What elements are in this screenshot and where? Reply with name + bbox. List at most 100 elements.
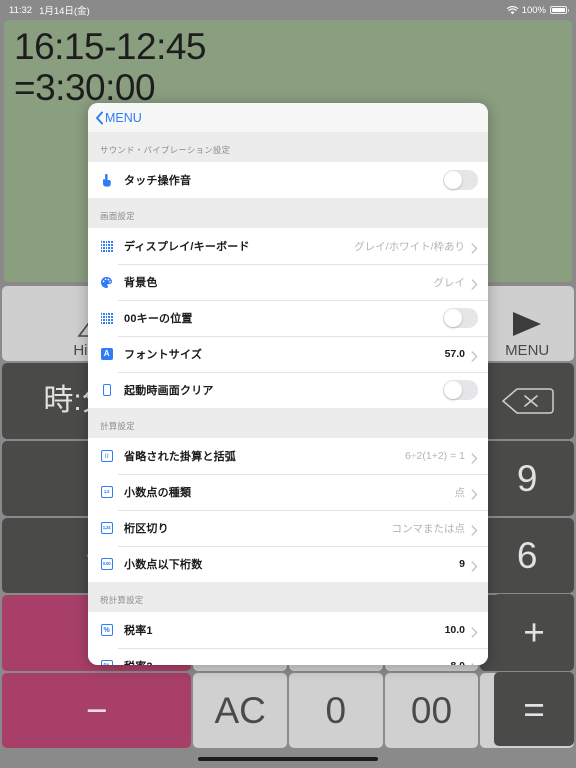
backspace-icon — [500, 386, 554, 416]
key-equals-label: = — [523, 688, 545, 730]
row-value: グレイ/ホワイト/枠あり — [354, 240, 465, 253]
row-value: 6÷2(1+2) = 1 — [404, 450, 465, 462]
key-menu[interactable]: MENU — [480, 286, 574, 362]
key-decimal[interactable]: 00 — [384, 672, 479, 748]
row-title: 桁区切り — [124, 523, 169, 535]
row-decimal-places[interactable]: 0.00 小数点以下桁数 9 — [88, 546, 488, 582]
chevron-right-icon — [471, 661, 478, 665]
row-title: 00キーの位置 — [124, 313, 193, 325]
key-all-clear-label: − — [85, 689, 108, 731]
chevron-right-icon — [471, 523, 478, 536]
row-implicit-multiplication[interactable]: ( ) 省略された掛算と括弧 6÷2(1+2) = 1 — [88, 438, 488, 474]
toggle-knob — [444, 309, 462, 327]
percent-icon: % — [100, 624, 113, 637]
home-indicator — [198, 757, 378, 761]
triangle-solid-icon — [508, 309, 546, 339]
section-header-calculation: 計算設定 — [88, 408, 488, 438]
font-size-icon: A — [100, 348, 113, 361]
row-title: 省略された掛算と括弧 — [124, 451, 236, 463]
row-value: 57.0 — [444, 348, 465, 360]
settings-list[interactable]: サウンド・バイブレーション設定 タッチ操作音 画面設定 ディスプレイ/キーボード… — [88, 132, 488, 665]
toggle-knob — [444, 381, 462, 399]
touch-sound-toggle[interactable] — [443, 170, 478, 190]
row-title: ディスプレイ/キーボード — [124, 241, 250, 253]
row-display-keyboard[interactable]: ディスプレイ/キーボード グレイ/ホワイト/枠あり — [88, 228, 488, 264]
row-title: 税率1 — [124, 625, 153, 637]
back-button-label: MENU — [105, 110, 142, 125]
row-value: 点 — [454, 486, 466, 499]
row-digit-grouping[interactable]: 1,34 桁区切り コンマまたは点 — [88, 510, 488, 546]
palette-icon — [100, 276, 113, 289]
row-value: コンマまたは点 — [391, 522, 466, 535]
chevron-left-icon — [95, 111, 104, 125]
key-backspace[interactable] — [480, 363, 574, 439]
row-00-key-position[interactable]: 00キーの位置 — [88, 300, 488, 336]
chevron-right-icon — [471, 349, 478, 362]
chevron-right-icon — [471, 559, 478, 572]
row-tax-rate-1[interactable]: % 税率1 10.0 — [88, 612, 488, 648]
startup-clear-toggle[interactable] — [443, 380, 478, 400]
chevron-right-icon — [471, 451, 478, 464]
key-00[interactable]: 0 — [288, 672, 383, 748]
touch-sound-icon — [100, 173, 113, 187]
phone-clear-icon — [100, 384, 113, 397]
digit-group-icon: 1,34 — [100, 522, 113, 535]
key-equals[interactable]: = — [494, 672, 574, 746]
row-title: タッチ操作音 — [124, 175, 192, 187]
wifi-icon — [506, 5, 518, 15]
row-touch-sound[interactable]: タッチ操作音 — [88, 162, 488, 198]
back-to-menu-button[interactable]: MENU — [95, 111, 142, 125]
parenthesis-icon: ( ) — [100, 450, 113, 463]
key-all-clear[interactable]: − — [2, 672, 192, 748]
row-title: 税率2 — [124, 658, 153, 665]
row-title: 起動時画面クリア — [124, 385, 214, 397]
key-0[interactable]: AC — [193, 672, 287, 748]
00-key-position-toggle[interactable] — [443, 308, 478, 328]
keyboard-grid-icon — [100, 312, 113, 325]
status-bar-time: 11:32 — [9, 4, 33, 16]
settings-modal: MENU サウンド・バイブレーション設定 タッチ操作音 画面設定 ディスプレイ/… — [88, 103, 488, 665]
status-bar: 11:32 1月14日(金) 100% — [0, 0, 576, 20]
row-tax-rate-2[interactable]: % 税率2 8.0 — [88, 648, 488, 665]
status-bar-right: 100% — [506, 4, 569, 16]
row-title: 小数点以下桁数 — [124, 559, 203, 571]
row-value: 9 — [459, 558, 465, 570]
row-background-color[interactable]: 背景色 グレイ — [88, 264, 488, 300]
battery-percent-label: 100% — [521, 4, 546, 16]
row-value: グレイ — [433, 276, 466, 289]
battery-full-icon — [550, 6, 569, 14]
key-plus-label: + — [523, 611, 545, 653]
key-multiply[interactable]: 6 — [480, 518, 574, 594]
keyboard-grid-icon — [100, 240, 113, 253]
display-expression: 16:15-12:45 — [14, 26, 207, 67]
row-startup-clear[interactable]: 起動時画面クリア — [88, 372, 488, 408]
section-header-tax: 税計算設定 — [88, 582, 488, 612]
row-title: 背景色 — [124, 277, 158, 289]
status-bar-date: 1月14日(金) — [39, 6, 90, 17]
section-header-display: 画面設定 — [88, 198, 488, 228]
calculator-app-screen: 11:32 1月14日(金) 100% 16:15-12:45 =3:30:00 — [0, 0, 576, 768]
key-plus[interactable]: + — [494, 594, 574, 670]
section-header-sound: サウンド・バイブレーション設定 — [88, 132, 488, 162]
row-font-size[interactable]: A フォントサイズ 57.0 — [88, 336, 488, 372]
row-title: フォントサイズ — [124, 349, 203, 361]
decimal-places-icon: 0.00 — [100, 558, 113, 571]
key-divide[interactable]: 9 — [480, 440, 574, 516]
chevron-right-icon — [471, 241, 478, 254]
status-bar-left: 11:32 1月14日(金) — [9, 3, 90, 18]
display-result: =3:30:00 — [14, 67, 156, 108]
row-title: 小数点の種類 — [124, 487, 192, 499]
toggle-knob — [444, 171, 462, 189]
key-divide-label: 9 — [516, 457, 538, 499]
key-multiply-label: 6 — [516, 535, 538, 577]
decimal-point-icon: 1.2 — [100, 486, 113, 499]
chevron-right-icon — [471, 625, 478, 638]
chevron-right-icon — [471, 277, 478, 290]
row-decimal-point-type[interactable]: 1.2 小数点の種類 点 — [88, 474, 488, 510]
key-menu-sublabel: MENU — [505, 342, 550, 360]
row-value: 8.0 — [450, 660, 468, 665]
key-0-label: AC — [214, 689, 266, 731]
percent-icon: % — [100, 660, 113, 665]
row-value: 10.0 — [444, 624, 465, 636]
key-00-label: 0 — [325, 689, 347, 731]
